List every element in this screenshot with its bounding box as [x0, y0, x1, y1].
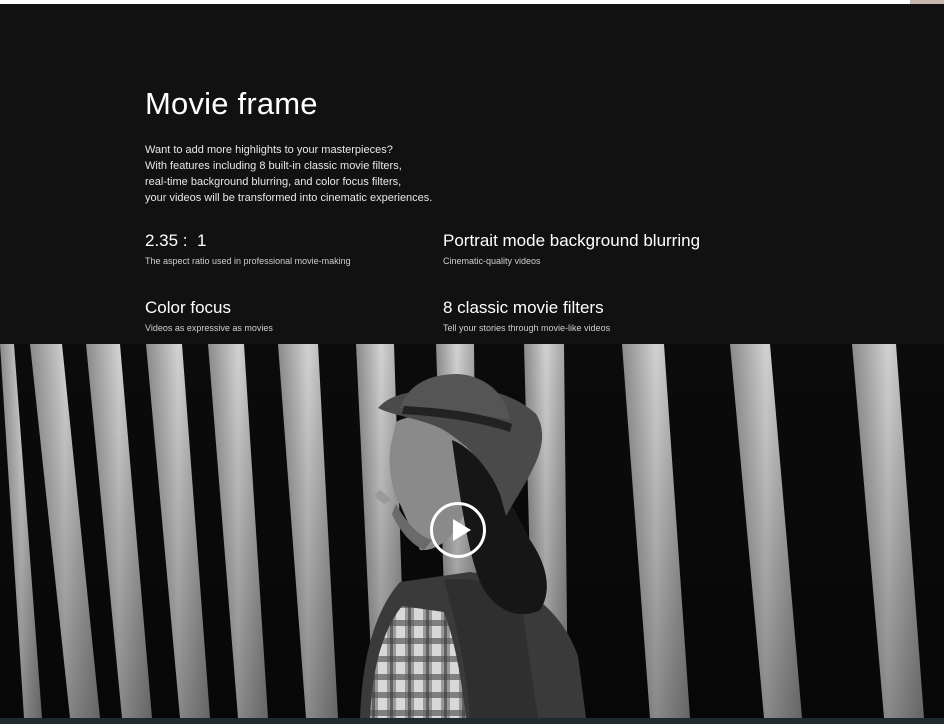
feature-subtitle: Cinematic-quality videos [443, 256, 541, 266]
next-section-edge [0, 718, 944, 724]
feature-aspect-ratio: 2.35 : 1 The aspect ratio used in profes… [145, 230, 351, 267]
description-line: With features including 8 built-in class… [145, 160, 402, 172]
page: Movie frame Want to add more highlights … [0, 0, 944, 724]
feature-title: 8 classic movie filters [443, 298, 604, 317]
feature-subtitle: Videos as expressive as movies [145, 323, 273, 333]
feature-movie-filters: 8 classic movie filters Tell your storie… [443, 297, 610, 334]
play-button[interactable] [430, 502, 486, 558]
description-line: real-time background blurring, and color… [145, 176, 402, 188]
feature-color-focus: Color focus Videos as expressive as movi… [145, 297, 273, 334]
feature-subtitle: The aspect ratio used in professional mo… [145, 256, 351, 266]
description-line: Want to add more highlights to your mast… [145, 144, 393, 156]
description-line: your videos will be transformed into cin… [145, 192, 433, 204]
feature-title: Portrait mode background blurring [443, 231, 701, 250]
movie-frame-section: Movie frame Want to add more highlights … [0, 4, 944, 344]
feature-title: 2.35 : 1 [145, 231, 207, 250]
section-title: Movie frame [145, 86, 318, 121]
feature-title: Color focus [145, 298, 231, 317]
feature-background-blurring: Portrait mode background blurring Cinema… [443, 230, 700, 267]
section-description: Want to add more highlights to your mast… [145, 142, 545, 206]
feature-subtitle: Tell your stories through movie-like vid… [443, 323, 611, 333]
